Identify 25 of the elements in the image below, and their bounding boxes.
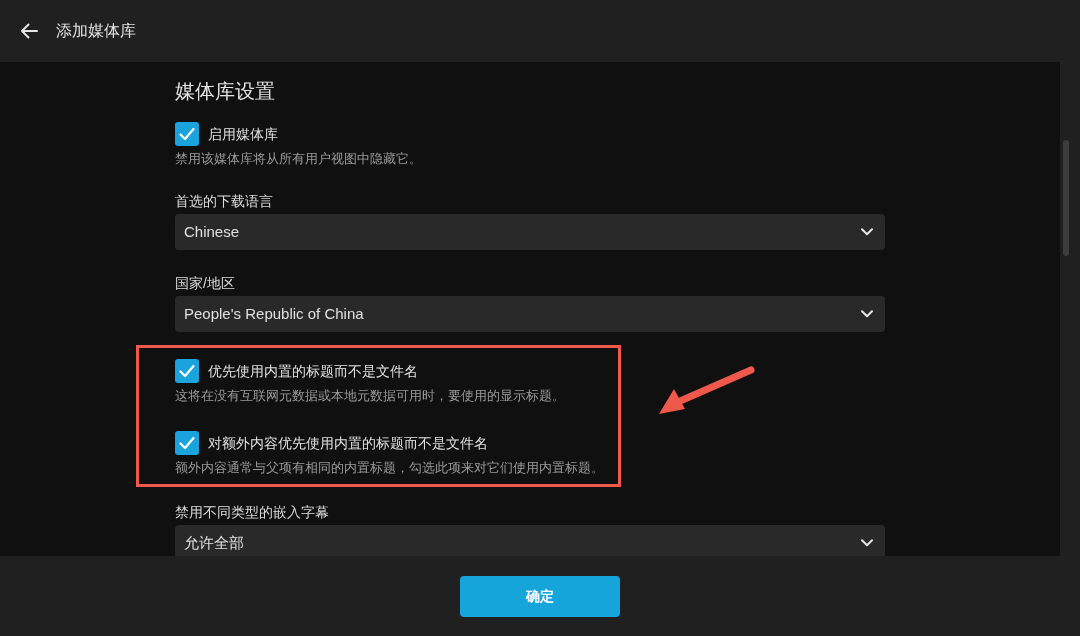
- field-label: 首选的下载语言: [175, 192, 274, 210]
- checkmark-icon: [179, 127, 195, 141]
- arrow-icon: [657, 365, 755, 417]
- section-title: 媒体库设置: [175, 79, 276, 104]
- checkbox-label: 启用媒体库: [208, 124, 278, 144]
- page-title: 添加媒体库: [56, 21, 136, 41]
- back-arrow-icon[interactable]: [20, 23, 38, 39]
- setting-description: 禁用该媒体库将从所有用户视图中隐藏它。: [175, 150, 423, 168]
- checkmark-icon: [179, 364, 195, 378]
- checkbox[interactable]: [175, 359, 199, 383]
- checkmark-icon: [179, 436, 195, 450]
- dropdown[interactable]: Chinese: [175, 214, 885, 250]
- checkbox[interactable]: [175, 431, 199, 455]
- field-label: 国家/地区: [175, 274, 236, 292]
- dropdown[interactable]: 允许全部: [175, 525, 885, 556]
- checkbox-label: 对额外内容优先使用内置的标题而不是文件名: [208, 433, 488, 453]
- chevron-down-icon: [861, 310, 873, 318]
- checkbox-label: 优先使用内置的标题而不是文件名: [208, 361, 418, 381]
- chevron-down-icon: [861, 228, 873, 236]
- chevron-down-icon: [861, 539, 873, 547]
- checkbox[interactable]: [175, 122, 199, 146]
- setting-description: 额外内容通常与父项有相同的内置标题，勾选此项来对它们使用内置标题。: [175, 459, 604, 477]
- field-label: 禁用不同类型的嵌入字幕: [175, 503, 330, 521]
- setting-description: 这将在没有互联网元数据或本地元数据可用时，要使用的显示标题。: [175, 387, 566, 405]
- dropdown[interactable]: People's Republic of China: [175, 296, 885, 332]
